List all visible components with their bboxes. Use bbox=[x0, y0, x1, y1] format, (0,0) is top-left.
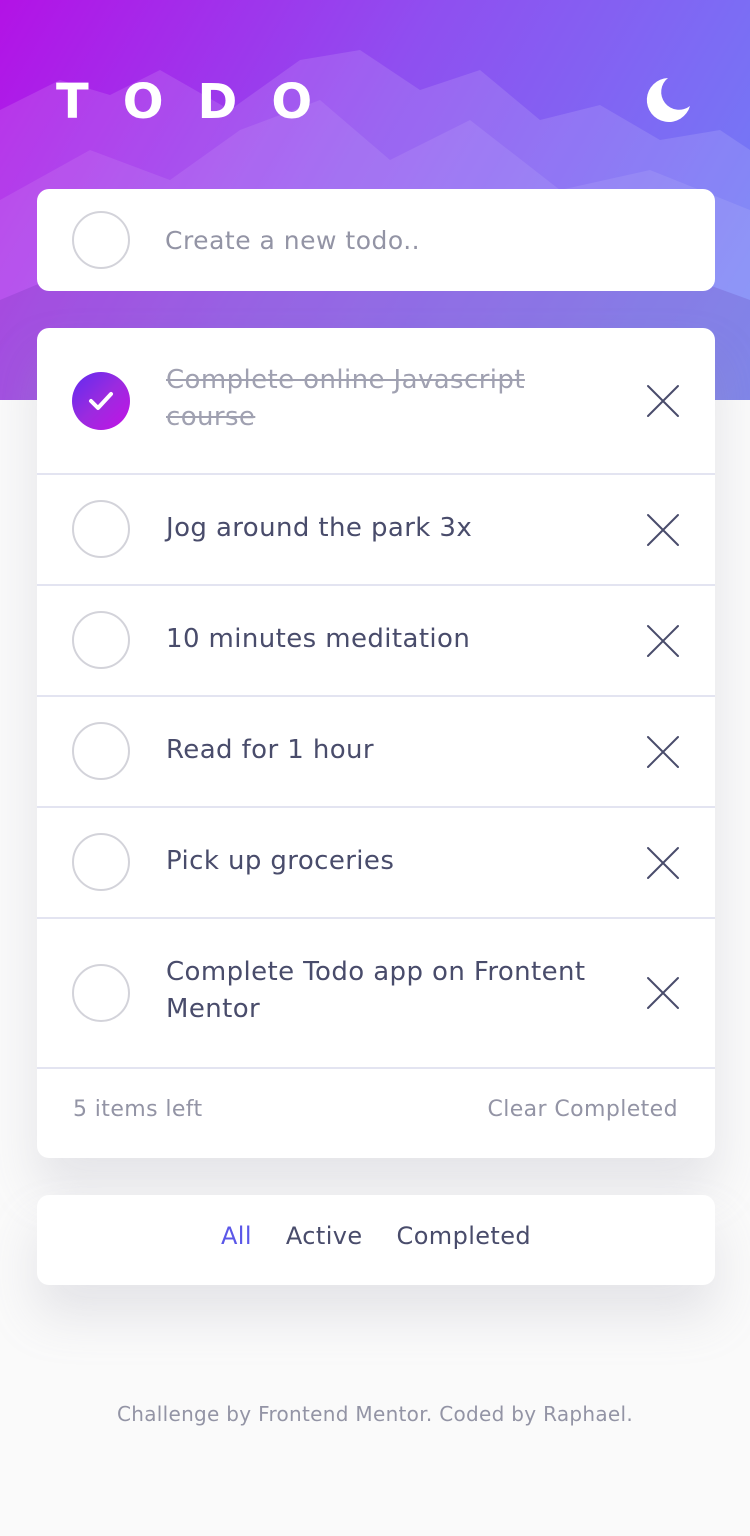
todo-text: Pick up groceries bbox=[166, 846, 395, 876]
todo-checkbox-checked[interactable] bbox=[72, 372, 130, 430]
close-icon[interactable] bbox=[645, 975, 681, 1011]
attribution: Challenge by Frontend Mentor. Coded by R… bbox=[116, 1402, 634, 1426]
check-icon bbox=[89, 392, 113, 410]
todo-checkbox[interactable] bbox=[72, 964, 130, 1022]
todo-text: 10 minutes meditation bbox=[166, 624, 471, 654]
list-item: Jog around the park 3x bbox=[37, 475, 715, 586]
list-item: Read for 1 hour bbox=[37, 697, 715, 808]
close-icon[interactable] bbox=[645, 734, 681, 770]
todo-text: Read for 1 hour bbox=[166, 735, 374, 765]
items-left-count: 5 items left bbox=[73, 1097, 203, 1122]
list-item: Complete Todo app on Frontent Mentor bbox=[37, 919, 715, 1069]
create-todo-card bbox=[37, 189, 715, 291]
todo-checkbox[interactable] bbox=[72, 611, 130, 669]
moon-icon[interactable] bbox=[640, 72, 696, 128]
list-item: 10 minutes meditation bbox=[37, 586, 715, 697]
clear-completed-button[interactable]: Clear Completed bbox=[487, 1097, 678, 1122]
app-title: TODO bbox=[56, 74, 347, 130]
create-todo-checkbox[interactable] bbox=[72, 211, 130, 269]
todo-text: Jog around the park 3x bbox=[166, 513, 473, 543]
filter-active[interactable]: Active bbox=[286, 1222, 363, 1250]
todo-text: Complete online Javascript course bbox=[166, 365, 525, 432]
list-item: Complete online Javascript course bbox=[37, 328, 715, 475]
todo-checkbox[interactable] bbox=[72, 500, 130, 558]
close-icon[interactable] bbox=[645, 383, 681, 419]
todo-list: Complete online Javascript course Jog ar… bbox=[37, 328, 715, 1158]
filter-all[interactable]: All bbox=[221, 1222, 252, 1250]
create-todo-input[interactable] bbox=[165, 217, 685, 263]
todo-checkbox[interactable] bbox=[72, 833, 130, 891]
todo-text: Complete Todo app on Frontent Mentor bbox=[166, 957, 586, 1024]
filter-bar: All Active Completed bbox=[37, 1195, 715, 1285]
close-icon[interactable] bbox=[645, 845, 681, 881]
close-icon[interactable] bbox=[645, 623, 681, 659]
todo-checkbox[interactable] bbox=[72, 722, 130, 780]
filter-completed[interactable]: Completed bbox=[397, 1222, 532, 1250]
close-icon[interactable] bbox=[645, 512, 681, 548]
list-item: Pick up groceries bbox=[37, 808, 715, 919]
